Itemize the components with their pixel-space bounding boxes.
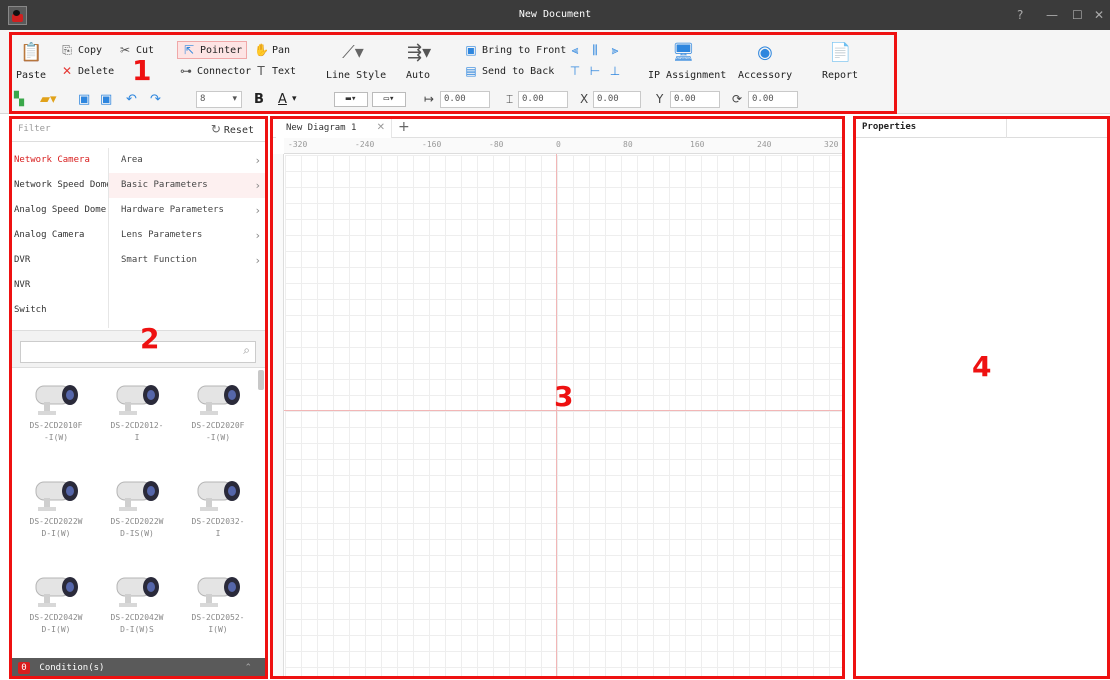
minimize-icon[interactable]: — [1046,7,1058,23]
annotation-number-2: 2 [140,322,160,355]
close-icon[interactable]: ✕ [1094,7,1104,23]
annotation-number-1: 1 [132,54,152,87]
annotation-box-4 [853,116,1110,679]
annotation-box-2 [9,116,268,679]
title-bar: New Document ? — ☐ ✕ [0,0,1110,30]
app-window: New Document ? — ☐ ✕ 📋 Paste ⎘ Copy ✂ Cu… [0,0,1110,680]
maximize-icon[interactable]: ☐ [1072,7,1083,23]
annotation-number-4: 4 [972,350,992,383]
window-title: New Document [518,9,592,20]
help-icon[interactable]: ? [1017,7,1023,23]
annotation-number-3: 3 [554,380,574,413]
